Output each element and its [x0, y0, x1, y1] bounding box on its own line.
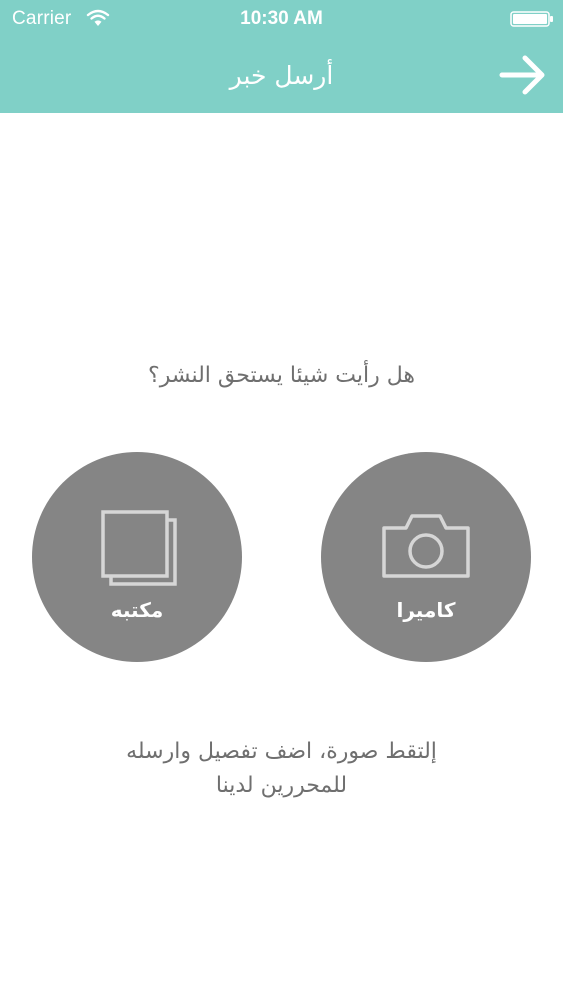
library-button[interactable]: مكتبه — [32, 452, 242, 662]
page-title: أرسل خبر — [229, 61, 334, 90]
status-time: 10:30 AM — [240, 8, 323, 29]
camera-label: كاميرا — [396, 598, 456, 622]
photo-library-icon — [101, 510, 177, 586]
instructions-text: إلتقط صورة، اضف تفصيل وارسله للمحررين لد… — [60, 735, 503, 803]
instructions-line-1: إلتقط صورة، اضف تفصيل وارسله — [126, 739, 437, 764]
camera-button[interactable]: كاميرا — [321, 452, 531, 662]
nav-header: Carrier 10:30 AM أرسل خبر — [0, 0, 563, 113]
library-label: مكتبه — [110, 598, 164, 622]
question-text: هل رأيت شيئا يستحق النشر؟ — [148, 363, 415, 388]
arrow-right-icon[interactable] — [498, 54, 548, 96]
battery-icon — [510, 11, 553, 27]
status-bar: Carrier 10:30 AM — [0, 0, 563, 40]
camera-icon — [382, 514, 470, 578]
instructions-line-2: للمحررين لدينا — [215, 773, 348, 798]
